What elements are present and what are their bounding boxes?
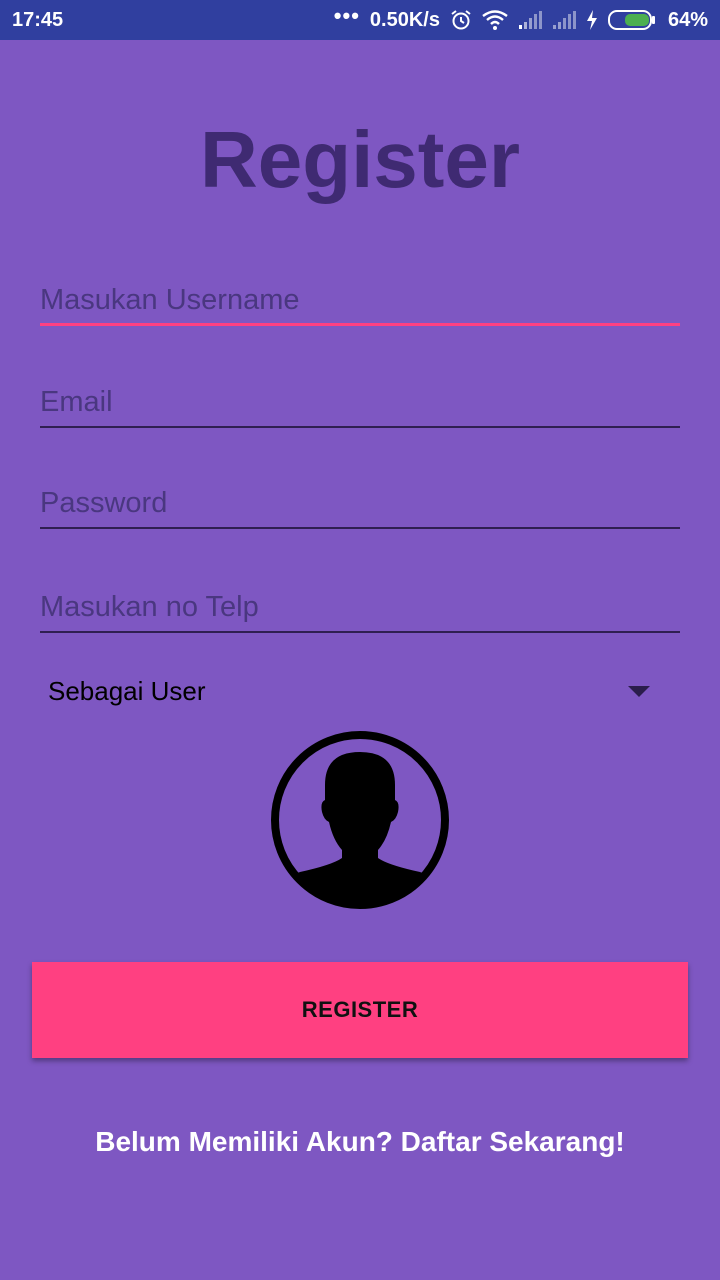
network-speed: 0.50K/s: [369, 8, 440, 31]
charging-icon: [586, 10, 598, 30]
wifi-icon: [482, 10, 508, 30]
email-field-container: [40, 380, 680, 428]
role-spinner[interactable]: Sebagai User: [40, 668, 680, 714]
phone-field-container: [40, 585, 680, 633]
signup-link[interactable]: Belum Memiliki Akun? Daftar Sekarang!: [0, 1126, 720, 1158]
register-button[interactable]: REGISTER: [32, 962, 688, 1058]
status-time: 17:45: [12, 8, 64, 31]
password-input[interactable]: [40, 481, 680, 525]
phone-input[interactable]: [40, 585, 680, 629]
signal-icon: [552, 10, 576, 30]
alarm-icon: [450, 9, 472, 31]
battery-percent: 64%: [667, 8, 708, 31]
dropdown-arrow-icon: [628, 685, 650, 697]
status-bar: 17:45 ••• 0.50K/s 64%: [0, 0, 720, 40]
signal-icon: [518, 10, 542, 30]
user-silhouette-icon[interactable]: [270, 730, 450, 910]
username-input[interactable]: [40, 278, 680, 322]
page-title: Register: [199, 115, 521, 204]
battery-icon: [607, 9, 656, 31]
email-input[interactable]: [40, 380, 680, 424]
username-field-container: [40, 278, 680, 326]
role-selected-value: Sebagai User: [48, 675, 206, 706]
status-indicators: ••• 0.50K/s 64%: [334, 5, 708, 32]
password-field-container: [40, 481, 680, 529]
more-notifications-icon: •••: [333, 3, 360, 28]
